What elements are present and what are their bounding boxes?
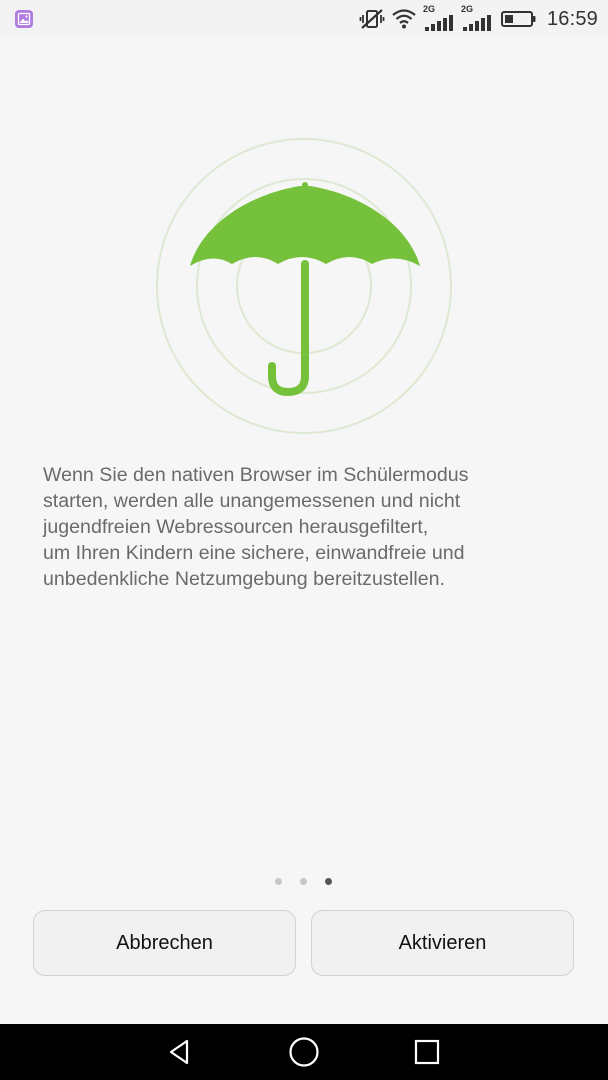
vibrate-mute-icon (359, 9, 385, 29)
status-icons: 2G 2G 16:59 (359, 0, 608, 38)
gallery-notification-icon (15, 10, 33, 28)
home-icon (289, 1037, 319, 1067)
status-bar: 2G 2G 16:59 (0, 0, 608, 38)
navigation-bar (0, 1024, 608, 1080)
home-button[interactable] (284, 1032, 324, 1072)
signal-sim2: 2G (460, 4, 493, 32)
page-dot (275, 878, 282, 885)
network-type-1: 2G (422, 4, 435, 14)
signal-sim1: 2G (422, 4, 455, 32)
clock: 16:59 (546, 7, 598, 30)
signal-strength-icon (462, 15, 491, 31)
cancel-button[interactable]: Abbrechen (33, 910, 296, 976)
battery-icon (500, 11, 536, 27)
activate-button[interactable]: Aktivieren (311, 910, 574, 976)
network-type-2: 2G (460, 4, 473, 14)
student-mode-umbrella-illustration (156, 138, 452, 434)
signal-strength-icon (424, 15, 453, 31)
student-mode-description: Wenn Sie den nativen Browser im Schülerm… (43, 464, 469, 590)
recent-apps-button[interactable] (407, 1032, 447, 1072)
back-icon (169, 1039, 189, 1065)
recent-apps-icon (414, 1039, 440, 1065)
back-button[interactable] (160, 1032, 200, 1072)
page-indicator (275, 878, 332, 885)
page-dot-active (325, 878, 332, 885)
page-dot (300, 878, 307, 885)
wifi-icon (392, 9, 416, 29)
